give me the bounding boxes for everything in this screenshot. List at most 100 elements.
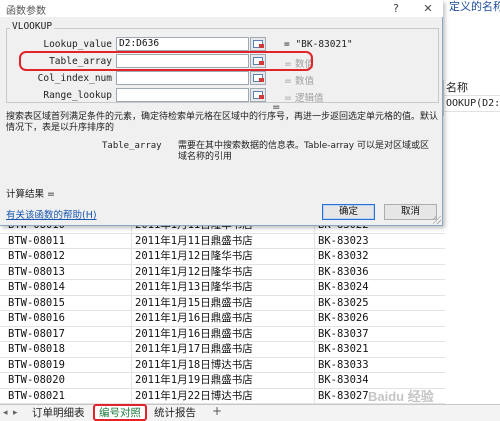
add-sheet-icon[interactable]: + [210, 405, 224, 419]
order-id-cell[interactable]: BTW-08014 [8, 281, 65, 294]
function-name: VLOOKUP [10, 21, 55, 32]
store-text: 博达书店 [210, 389, 253, 402]
table-row: BTW-08016 2011年1月16日鼎盛书店 BK-83026 [0, 311, 445, 327]
date-store-cell[interactable]: 2011年1月16日鼎盛书店 [135, 328, 253, 341]
table-array-highlight-box [19, 51, 313, 71]
tab-stats-report[interactable]: 统计报告 [150, 406, 200, 421]
calculation-result: 计算结果 = [6, 189, 55, 200]
date-text: 2011年1月11日 [135, 234, 211, 247]
store-text: 鼎盛书店 [210, 296, 253, 309]
store-text: 鼎盛书店 [210, 343, 253, 355]
date-text: 2011年1月16日 [135, 327, 211, 340]
order-id-cell[interactable]: BTW-08012 [8, 250, 65, 263]
dialog-titlebar[interactable]: 函数参数 ? ✕ [0, 0, 443, 17]
range-lookup-result: = 逻辑值 [284, 93, 324, 104]
help-icon[interactable]: ? [383, 0, 409, 17]
table-row: BTW-08011 2011年1月11日鼎盛书店 BK-83023 [0, 234, 445, 249]
date-text: 2011年1月19日 [135, 374, 211, 386]
order-id-cell[interactable]: BTW-08011 [8, 235, 65, 248]
store-text: 博达书店 [210, 358, 253, 371]
book-code-cell[interactable]: BK-83032 [318, 250, 369, 263]
book-code-cell[interactable]: BK-83037 [318, 328, 369, 341]
store-text: 隆华书店 [210, 265, 253, 278]
date-text: 2011年1月12日 [135, 265, 211, 278]
date-store-cell[interactable]: 2011年1月16日鼎盛书店 [135, 312, 253, 325]
date-text: 2011年1月15日 [135, 296, 211, 309]
argument-description-name: Table_array [102, 141, 162, 151]
store-text: 鼎盛书店 [210, 234, 253, 247]
store-text: 鼎盛书店 [210, 327, 253, 340]
function-arguments-dialog: 函数参数 ? ✕ VLOOKUP Lookup_value D2:D636 = … [0, 0, 443, 226]
arg-label-range-lookup: Range_lookup [43, 90, 112, 101]
book-code-cell[interactable]: BK-83025 [318, 297, 369, 310]
tab-next-icon[interactable]: ▸ [13, 408, 18, 418]
dialog-title: 函数参数 [6, 6, 46, 17]
function-help-link[interactable]: 有关该函数的帮助(H) [6, 207, 97, 221]
table-row: BTW-08018 2011年1月17日鼎盛书店 BK-83021 [0, 342, 445, 358]
tab-highlight-box [93, 404, 147, 421]
date-store-cell[interactable]: 2011年1月13日隆华书店 [135, 281, 253, 294]
date-store-cell[interactable]: 2011年1月19日鼎盛书店 [135, 374, 253, 387]
resize-grip-icon[interactable] [433, 216, 441, 224]
store-text: 隆华书店 [210, 281, 253, 293]
order-id-cell[interactable]: BTW-08018 [8, 343, 65, 356]
book-code-cell[interactable]: BK-83023 [318, 235, 369, 248]
table-row: BTW-08019 2011年1月18日博达书店 BK-83033 [0, 358, 445, 373]
table-row: BTW-08012 2011年1月12日隆华书店 BK-83032 [0, 249, 445, 265]
date-store-cell[interactable]: 2011年1月12日隆华书店 [135, 250, 253, 263]
book-code-cell[interactable]: BK-83021 [318, 343, 369, 356]
argument-description-text: 需要在其中搜索数据的信息表。Table-array 可以是对区域或区域名称的引用 [178, 141, 429, 162]
table-row: BTW-08013 2011年1月12日隆华书店 BK-83036 [0, 265, 445, 280]
date-store-cell[interactable]: 2011年1月11日鼎盛书店 [135, 235, 253, 248]
book-code-cell[interactable]: BK-83034 [318, 374, 369, 387]
cancel-button[interactable]: 取消 [384, 204, 437, 220]
col-index-num-result: = 数值 [284, 76, 314, 87]
close-icon[interactable]: ✕ [415, 0, 441, 17]
order-id-cell[interactable]: BTW-08016 [8, 312, 65, 325]
date-store-cell[interactable]: 2011年1月17日鼎盛书店 [135, 343, 253, 356]
date-store-cell[interactable]: 2011年1月18日博达书店 [135, 359, 253, 372]
lookup-value-result: = "BK-83021" [284, 39, 353, 50]
order-id-cell[interactable]: BTW-08017 [8, 328, 65, 341]
tab-prev-icon[interactable]: ◂ [3, 408, 8, 418]
book-code-cell[interactable]: BK-83036 [318, 266, 369, 279]
order-id-cell[interactable]: BTW-08021 [8, 390, 65, 403]
table-row: BTW-08014 2011年1月13日隆华书店 BK-83024 [0, 280, 445, 296]
collapse-dialog-icon[interactable] [250, 88, 266, 102]
lookup-value-input[interactable]: D2:D636 [116, 37, 249, 51]
book-code-cell[interactable]: BK-83027 [318, 390, 369, 403]
arg-label-lookup-value: Lookup_value [43, 39, 112, 50]
order-id-cell[interactable]: BTW-08015 [8, 297, 65, 310]
order-id-cell[interactable]: BTW-08019 [8, 359, 65, 372]
watermark-logo: Baidu 经验 [368, 389, 434, 404]
defined-names-label[interactable]: 定义的名称 [443, 0, 500, 16]
date-text: 2011年1月22日 [135, 389, 211, 402]
table-row: BTW-08015 2011年1月15日鼎盛书店 BK-83025 [0, 296, 445, 311]
book-code-cell[interactable]: BK-83033 [318, 359, 369, 372]
date-store-cell[interactable]: 2011年1月15日鼎盛书店 [135, 297, 253, 310]
date-text: 2011年1月18日 [135, 358, 211, 371]
tab-order-details[interactable]: 订单明细表 [28, 406, 89, 421]
book-code-cell[interactable]: BK-83026 [318, 312, 369, 325]
date-store-cell[interactable]: 2011年1月12日隆华书店 [135, 266, 253, 279]
date-text: 2011年1月12日 [135, 250, 211, 262]
arg-label-col-index-num: Col_index_num [37, 73, 112, 84]
collapse-dialog-icon[interactable] [250, 37, 266, 51]
date-text: 2011年1月16日 [135, 312, 211, 324]
store-text: 隆华书店 [210, 250, 253, 262]
name-header-cell[interactable]: 名称 [444, 80, 500, 96]
right-column: 名称 OOKUP(D2:D [443, 80, 500, 116]
table-row: BTW-08017 2011年1月16日鼎盛书店 BK-83037 [0, 327, 445, 342]
date-store-cell[interactable]: 2011年1月22日博达书店 [135, 390, 253, 403]
store-text: 鼎盛书店 [210, 374, 253, 386]
order-id-cell[interactable]: BTW-08020 [8, 374, 65, 387]
range-lookup-input[interactable] [116, 88, 249, 102]
col-index-num-input[interactable] [116, 71, 249, 85]
book-code-cell[interactable]: BK-83024 [318, 281, 369, 294]
collapse-dialog-icon[interactable] [250, 71, 266, 85]
store-text: 鼎盛书店 [210, 312, 253, 324]
formula-cell[interactable]: OOKUP(D2:D [444, 96, 500, 112]
date-text: 2011年1月13日 [135, 281, 211, 293]
order-id-cell[interactable]: BTW-08013 [8, 266, 65, 279]
ok-button[interactable]: 确定 [322, 204, 375, 220]
